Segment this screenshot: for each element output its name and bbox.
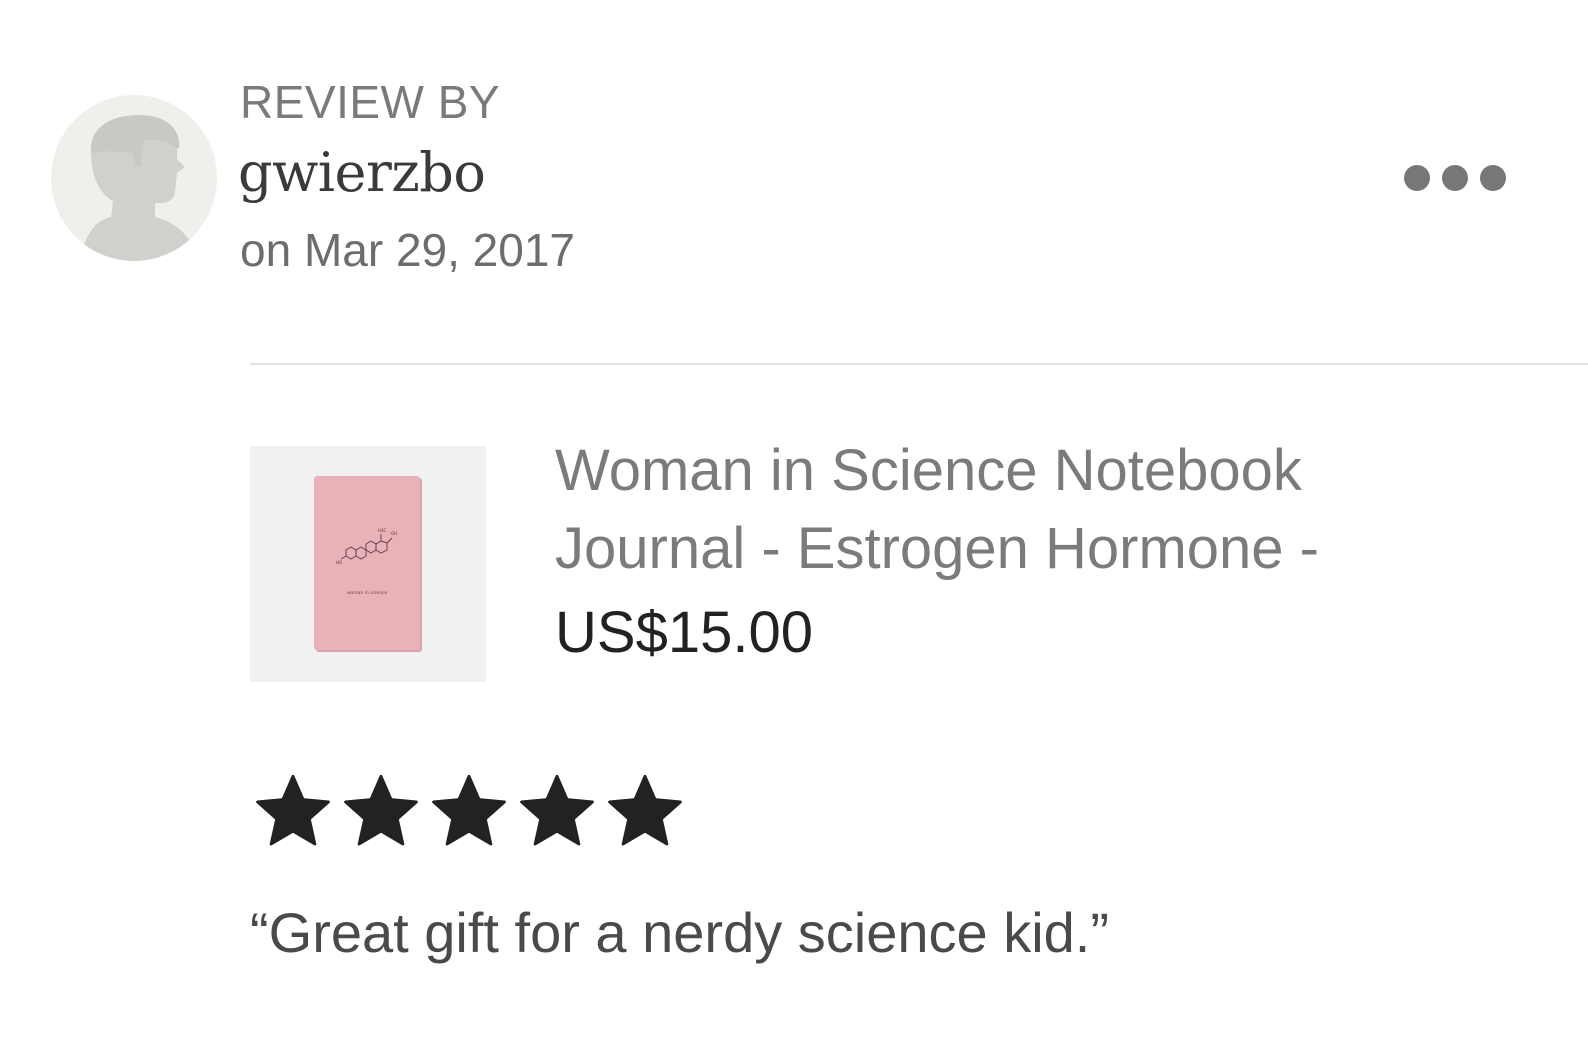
product-title-link[interactable]: Woman in Science Notebook Journal - Estr… xyxy=(555,432,1455,588)
divider xyxy=(250,363,1588,365)
filled-star-icon xyxy=(426,772,512,852)
filled-star-icon xyxy=(250,772,336,852)
svg-text:H3C: H3C xyxy=(378,528,387,533)
review-date: on Mar 29, 2017 xyxy=(240,224,576,276)
user-silhouette-icon xyxy=(81,115,201,261)
notebook-cover-image: HO H3C OH woman in science xyxy=(250,446,486,682)
cover-caption: woman in science xyxy=(347,590,388,596)
review-text: “Great gift for a nerdy science kid.” xyxy=(250,901,1110,964)
more-options-button[interactable] xyxy=(1396,158,1514,198)
filled-star-icon xyxy=(602,772,688,852)
filled-star-icon xyxy=(514,772,600,852)
svg-text:HO: HO xyxy=(336,560,342,565)
svg-text:OH: OH xyxy=(391,531,397,536)
product-title-line: Journal - Estrogen Hormone - xyxy=(555,516,1319,581)
product-price: US$15.00 xyxy=(555,600,813,665)
filled-star-icon xyxy=(338,772,424,852)
star-rating xyxy=(250,772,688,852)
avatar[interactable] xyxy=(51,95,217,261)
more-dot-icon xyxy=(1480,165,1506,191)
review-by-label: REVIEW BY xyxy=(240,76,501,128)
more-dot-icon xyxy=(1442,165,1468,191)
product-title-line: Woman in Science Notebook xyxy=(555,438,1302,503)
reviewer-username[interactable]: gwierzbo xyxy=(238,142,486,204)
product-thumbnail[interactable]: HO H3C OH woman in science xyxy=(250,446,486,682)
more-dot-icon xyxy=(1404,165,1430,191)
